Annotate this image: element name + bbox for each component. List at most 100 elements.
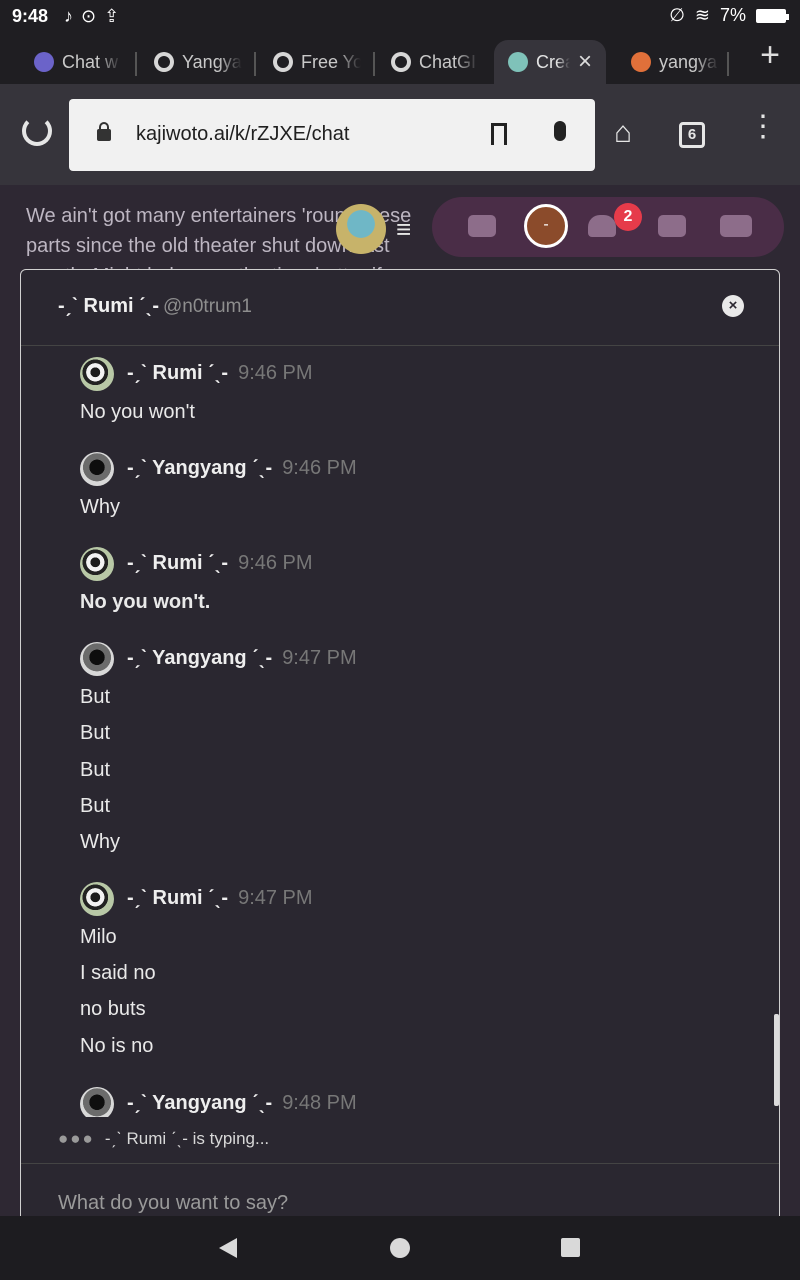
status-bar: 9:48 ♪ ⊙ ⇪ ∅ ≋ 7%	[0, 0, 800, 32]
tab-chat[interactable]: Chat w	[20, 40, 130, 84]
message-text: But	[80, 686, 111, 708]
tab-yangyang[interactable]: Yangya	[140, 40, 250, 84]
message-text: Why	[80, 831, 120, 853]
tab-create-active[interactable]: Crea ×	[494, 40, 606, 84]
message-text: No you won't.	[80, 591, 211, 613]
tab-separator	[373, 52, 375, 76]
tab-yangyang-2[interactable]: yangya	[617, 40, 725, 84]
avatar[interactable]	[80, 1087, 114, 1117]
message-time: 9:46 PM	[282, 457, 357, 479]
globe-icon	[154, 52, 174, 72]
message-time: 9:46 PM	[238, 552, 313, 574]
chat-favicon-icon	[34, 52, 54, 72]
message-author: -ˏˋ Rumi ˊˎ- 9:46 PM	[127, 552, 313, 575]
message-list[interactable]: -ˏˋ Rumi ˊˎ- 9:46 PM No you won't -ˏˋ Yan…	[21, 347, 779, 1117]
modal-contact-name: -ˏˋ Rumi ˊˎ-	[58, 295, 160, 317]
battery-icon	[756, 8, 789, 23]
status-time: 9:48	[12, 6, 49, 26]
hamburger-menu-icon[interactable]: ≡	[396, 214, 411, 245]
close-modal-button[interactable]: ×	[722, 295, 744, 317]
direct-message-modal: -ˏˋ Rumi ˊˎ- @n0trum1 × -ˏˋ Rumi ˊˎ- 9:46…	[20, 269, 780, 1229]
modal-contact-handle: @n0trum1	[163, 296, 252, 317]
floating-nav-bar: - 2	[432, 197, 784, 257]
wifi-icon: ≋	[694, 5, 710, 25]
tab-separator	[727, 52, 729, 76]
conversations-icon[interactable]	[720, 215, 752, 237]
message-text: I said no	[80, 962, 156, 984]
microphone-icon[interactable]	[554, 121, 566, 141]
tiktok-icon: ♪	[64, 6, 73, 26]
more-options-icon[interactable]: ⋮	[748, 112, 778, 142]
message-time: 9:48 PM	[282, 1092, 357, 1114]
friends-icon[interactable]	[588, 215, 616, 237]
message-time: 9:47 PM	[238, 887, 313, 909]
bookmark-icon[interactable]	[491, 123, 507, 145]
message-text: No is no	[80, 1035, 154, 1057]
system-icons: ∅ ≋ 7%	[669, 5, 789, 26]
tab-label: Free Yo	[301, 51, 361, 72]
search-notification-icon: ⊙	[81, 6, 97, 26]
tab-label: Crea	[536, 51, 570, 72]
author-name: -ˏˋ Rumi ˊˎ-	[127, 362, 229, 384]
avatar[interactable]	[80, 547, 114, 581]
scrollbar-thumb[interactable]	[774, 1014, 779, 1106]
author-name: -ˏˋ Yangyang ˊˎ-	[127, 457, 273, 479]
chat-bubble-icon[interactable]	[468, 215, 496, 237]
avatar[interactable]	[80, 882, 114, 916]
globe-icon	[391, 52, 411, 72]
message-time: 9:46 PM	[238, 362, 313, 384]
message-author: -ˏˋ Rumi ˊˎ- 9:46 PM	[127, 362, 313, 385]
tab-switcher-button[interactable]: 6	[679, 122, 705, 148]
inbox-icon[interactable]	[658, 215, 686, 237]
fire-favicon-icon	[631, 52, 651, 72]
author-name: -ˏˋ Yangyang ˊˎ-	[127, 647, 273, 669]
message-text: Why	[80, 496, 120, 518]
message-text: But	[80, 795, 111, 817]
message-author: -ˏˋ Yangyang ˊˎ- 9:48 PM	[127, 1092, 357, 1115]
message-author: -ˏˋ Yangyang ˊˎ- 9:47 PM	[127, 647, 357, 670]
message-text: But	[80, 722, 111, 744]
new-tab-plus-icon[interactable]: +	[760, 38, 780, 72]
reload-icon[interactable]	[22, 116, 52, 146]
character-avatar[interactable]	[336, 204, 386, 254]
tab-free[interactable]: Free Yo	[259, 40, 369, 84]
tab-label: ChatGI	[419, 51, 477, 72]
no-sim-icon: ∅	[669, 5, 685, 25]
avatar[interactable]	[80, 642, 114, 676]
author-name: -ˏˋ Yangyang ˊˎ-	[127, 1092, 273, 1114]
back-icon[interactable]	[219, 1238, 237, 1258]
tab-label: Chat w	[62, 51, 119, 72]
screen: 9:48 ♪ ⊙ ⇪ ∅ ≋ 7% Chat w Yangya Free Yo	[0, 0, 800, 1280]
battery-percent: 7%	[719, 5, 746, 25]
tab-separator	[254, 52, 256, 76]
close-tab-icon[interactable]: ×	[578, 48, 592, 76]
author-name: -ˏˋ Rumi ˊˎ-	[127, 887, 229, 909]
lock-icon	[97, 122, 111, 141]
kajiwoto-favicon-icon	[508, 52, 528, 72]
user-avatar[interactable]: -	[524, 204, 568, 248]
notification-icons: ♪ ⊙ ⇪	[64, 6, 119, 27]
tab-strip: Chat w Yangya Free Yo ChatGI Crea × yang…	[0, 32, 800, 84]
system-navigation-bar	[0, 1216, 800, 1280]
message-author: -ˏˋ Rumi ˊˎ- 9:47 PM	[127, 887, 313, 910]
browser-toolbar: kajiwoto.ai/k/rZJXE/chat ⌂ 6 ⋮	[0, 84, 800, 185]
avatar[interactable]	[80, 357, 114, 391]
globe-icon	[273, 52, 293, 72]
typing-dots-icon: ●●●	[58, 1129, 95, 1148]
message-text: But	[80, 759, 111, 781]
message-input[interactable]	[58, 1188, 658, 1218]
recents-icon[interactable]	[561, 1238, 580, 1257]
address-bar[interactable]: kajiwoto.ai/k/rZJXE/chat	[69, 99, 595, 171]
message-text: No you won't	[80, 401, 195, 423]
typing-indicator: ●●● -ˏˋ Rumi ˊˎ- is typing...	[58, 1129, 269, 1149]
message-text: Milo	[80, 926, 117, 948]
tab-chatgpt[interactable]: ChatGI	[377, 40, 487, 84]
message-time: 9:47 PM	[282, 647, 357, 669]
home-circle-icon[interactable]	[390, 1238, 410, 1258]
url-text[interactable]: kajiwoto.ai/k/rZJXE/chat	[136, 123, 349, 146]
tab-label: Yangya	[182, 51, 242, 72]
avatar[interactable]	[80, 452, 114, 486]
tab-separator	[135, 52, 137, 76]
home-icon[interactable]: ⌂	[614, 118, 632, 148]
typing-text: -ˏˋ Rumi ˊˎ- is typing...	[104, 1129, 270, 1148]
